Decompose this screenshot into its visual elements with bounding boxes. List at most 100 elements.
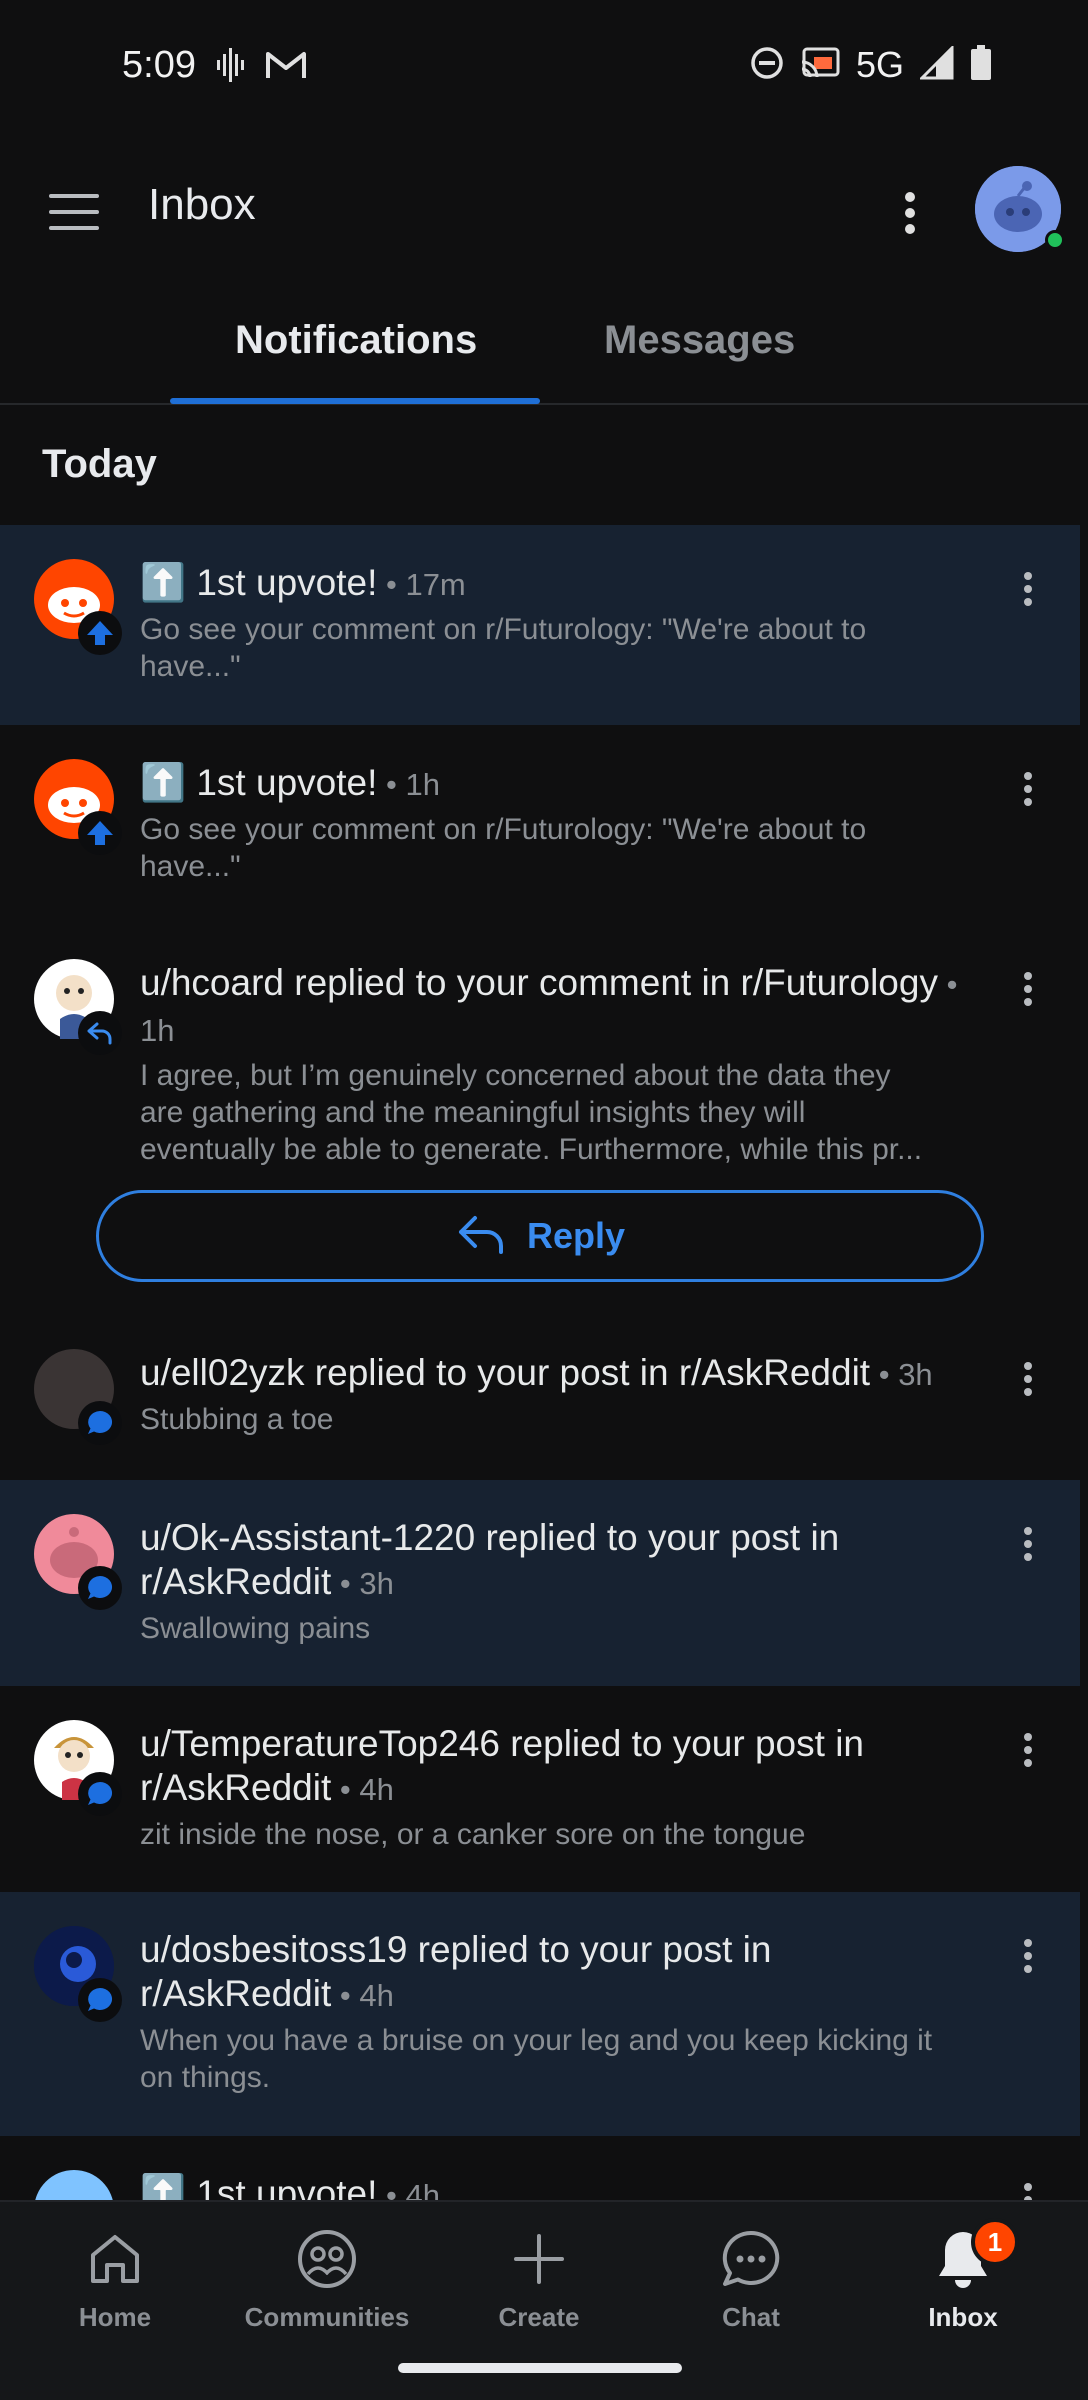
notification-time: 1h xyxy=(140,1013,175,1048)
notification-time: 3h xyxy=(359,1566,394,1601)
nav-inbox-label: Inbox xyxy=(928,2302,998,2332)
battery-icon xyxy=(970,44,992,86)
chat-bubble-icon xyxy=(88,1410,113,1434)
status-left-icons xyxy=(216,48,306,87)
reply-arrow-icon xyxy=(455,1212,507,1261)
inbox-tabs: Notifications Messages xyxy=(0,290,1088,405)
home-icon xyxy=(25,2224,205,2294)
status-bar: 5:09 5G xyxy=(0,0,1088,130)
status-right-icons: 5G xyxy=(750,43,992,86)
notification-body: Stubbing a toe xyxy=(140,1403,334,1436)
nav-create[interactable]: Create xyxy=(449,2224,629,2333)
menu-button[interactable] xyxy=(44,184,104,244)
notification-item[interactable]: u/ell02yzk replied to your post in r/Ask… xyxy=(0,1325,1080,1480)
nav-inbox[interactable]: 1 Inbox xyxy=(873,2218,1053,2333)
notification-item[interactable]: ⬆️ 1st upvote! • 4h xyxy=(0,2136,1080,2200)
notification-title: ⬆️ 1st upvote! xyxy=(140,562,378,603)
notification-title: ⬆️ 1st upvote! xyxy=(140,2173,378,2200)
reply-button[interactable]: Reply xyxy=(96,1190,984,1282)
bell-icon: 1 xyxy=(873,2218,1053,2294)
notification-options-button[interactable] xyxy=(1010,559,1046,619)
communities-icon xyxy=(237,2224,417,2294)
kebab-icon xyxy=(1024,572,1032,606)
notification-item[interactable]: u/Ok-Assistant-1220 replied to your post… xyxy=(0,1480,1080,1686)
notification-options-button[interactable] xyxy=(1010,1514,1046,1574)
user-avatar[interactable] xyxy=(975,166,1065,252)
notification-item[interactable]: u/dosbesitoss19 replied to your post in … xyxy=(0,1892,1080,2136)
notification-options-button[interactable] xyxy=(1010,959,1046,1019)
do-not-disturb-icon xyxy=(750,46,784,85)
notification-time: 4h xyxy=(359,1772,394,1807)
nav-communities[interactable]: Communities xyxy=(237,2224,417,2333)
cast-icon xyxy=(800,47,840,84)
section-header-today: Today xyxy=(42,442,157,486)
notification-item[interactable]: u/TemperatureTop246 replied to your post… xyxy=(0,1686,1080,1892)
notification-time: 4h xyxy=(405,2178,440,2200)
nav-chat-label: Chat xyxy=(722,2302,780,2332)
chat-bubble-icon xyxy=(88,1781,113,1805)
notification-options-button[interactable] xyxy=(1010,1926,1046,1986)
nav-communities-label: Communities xyxy=(244,2302,410,2332)
nav-chat[interactable]: Chat xyxy=(661,2224,841,2333)
nav-create-label: Create xyxy=(498,2302,580,2332)
kebab-icon xyxy=(1024,1733,1032,1767)
chat-icon xyxy=(661,2224,841,2294)
notification-body: Swallowing pains xyxy=(140,1612,371,1645)
notification-time: 1h xyxy=(405,767,440,802)
kebab-icon xyxy=(1024,1527,1032,1561)
comment-badge xyxy=(78,1401,122,1445)
upvote-icon xyxy=(87,821,113,845)
reply-arrow-icon xyxy=(87,1022,112,1045)
network-type: 5G xyxy=(855,44,904,85)
kebab-icon xyxy=(1024,1939,1032,1973)
notification-avatar xyxy=(34,2170,114,2200)
notification-time: 17m xyxy=(405,567,466,602)
hamburger-icon xyxy=(49,192,99,237)
nav-home-label: Home xyxy=(78,2302,152,2332)
more-options-button[interactable] xyxy=(880,180,940,250)
notification-title: u/Ok-Assistant-1220 replied to your post… xyxy=(140,1517,840,1602)
comment-badge xyxy=(78,1978,122,2022)
chat-bubble-icon xyxy=(88,1987,113,2011)
notification-title: u/ell02yzk replied to your post in r/Ask… xyxy=(140,1352,871,1393)
kebab-icon xyxy=(1024,2183,1032,2200)
notification-item[interactable]: ⬆️ 1st upvote! • 1h Go see your comment … xyxy=(0,725,1080,925)
active-tab-indicator xyxy=(170,398,540,404)
upvote-icon xyxy=(87,621,113,645)
notification-options-button[interactable] xyxy=(1010,759,1046,819)
nav-home[interactable]: Home xyxy=(25,2224,205,2333)
plus-icon xyxy=(449,2224,629,2294)
audio-wave-icon xyxy=(216,48,244,87)
notification-body: Go see your comment on r/Futurology: "We… xyxy=(140,613,867,683)
tab-messages[interactable]: Messages xyxy=(604,318,795,363)
comment-badge xyxy=(78,1566,122,1610)
kebab-icon xyxy=(904,191,916,240)
online-status-dot xyxy=(1045,230,1065,250)
signal-icon xyxy=(918,43,954,85)
notification-body: zit inside the nose, or a canker sore on… xyxy=(140,1818,806,1851)
comment-badge xyxy=(78,1772,122,1816)
notification-options-button[interactable] xyxy=(1010,1349,1046,1409)
notification-options-button[interactable] xyxy=(1010,2170,1046,2200)
notification-time: 4h xyxy=(359,1978,394,2013)
gesture-home-indicator[interactable] xyxy=(398,2363,682,2373)
notification-item[interactable]: ⬆️ 1st upvote! • 17m Go see your comment… xyxy=(0,525,1080,725)
reply-badge xyxy=(78,1011,122,1055)
notification-title: ⬆️ 1st upvote! xyxy=(140,762,378,803)
notification-options-button[interactable] xyxy=(1010,1720,1046,1780)
notification-title: u/dosbesitoss19 replied to your post in … xyxy=(140,1929,772,2014)
inbox-unread-badge: 1 xyxy=(971,2218,1019,2266)
notification-body: Go see your comment on r/Futurology: "We… xyxy=(140,813,867,883)
tab-notifications[interactable]: Notifications xyxy=(235,318,477,363)
chat-bubble-icon xyxy=(88,1575,113,1599)
notification-body: I agree, but I’m genuinely concerned abo… xyxy=(140,1059,923,1166)
status-time: 5:09 xyxy=(122,44,196,86)
upvote-badge xyxy=(78,811,122,855)
gmail-icon xyxy=(266,50,306,85)
notification-time: 3h xyxy=(898,1357,933,1392)
kebab-icon xyxy=(1024,972,1032,1006)
page-title: Inbox xyxy=(148,180,256,229)
kebab-icon xyxy=(1024,772,1032,806)
notification-title: u/hcoard replied to your comment in r/Fu… xyxy=(140,962,938,1003)
upvote-badge xyxy=(78,611,122,655)
